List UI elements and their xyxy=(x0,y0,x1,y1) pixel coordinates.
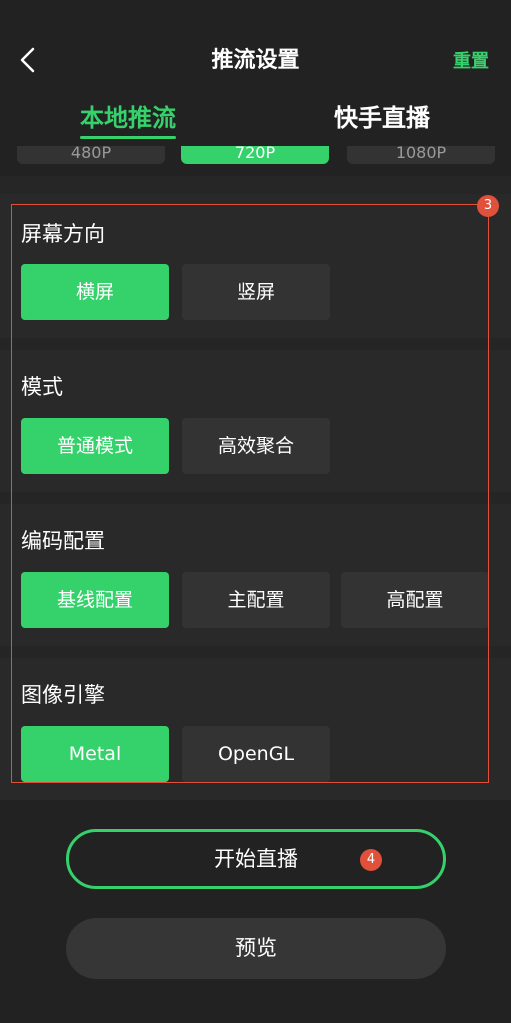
preview-button[interactable]: 预览 xyxy=(66,918,446,979)
tab-kuaishou-live[interactable]: 快手直播 xyxy=(326,100,438,136)
tab-active-indicator xyxy=(80,136,176,139)
tab-local-stream[interactable]: 本地推流 xyxy=(72,100,184,136)
divider xyxy=(0,176,511,194)
annotation-box xyxy=(11,204,489,783)
reset-button[interactable]: 重置 xyxy=(453,48,489,76)
resolution-options: 480P 720P 1080P xyxy=(0,146,511,176)
annotation-badge: 4 xyxy=(360,849,382,871)
resolution-option-720p[interactable]: 720P xyxy=(181,146,329,164)
page-title: 推流设置 xyxy=(211,48,300,73)
resolution-option-480p[interactable]: 480P xyxy=(17,146,165,164)
annotation-badge: 3 xyxy=(477,195,499,217)
resolution-option-1080p[interactable]: 1080P xyxy=(347,146,495,164)
start-live-button[interactable]: 开始直播 xyxy=(66,829,446,889)
